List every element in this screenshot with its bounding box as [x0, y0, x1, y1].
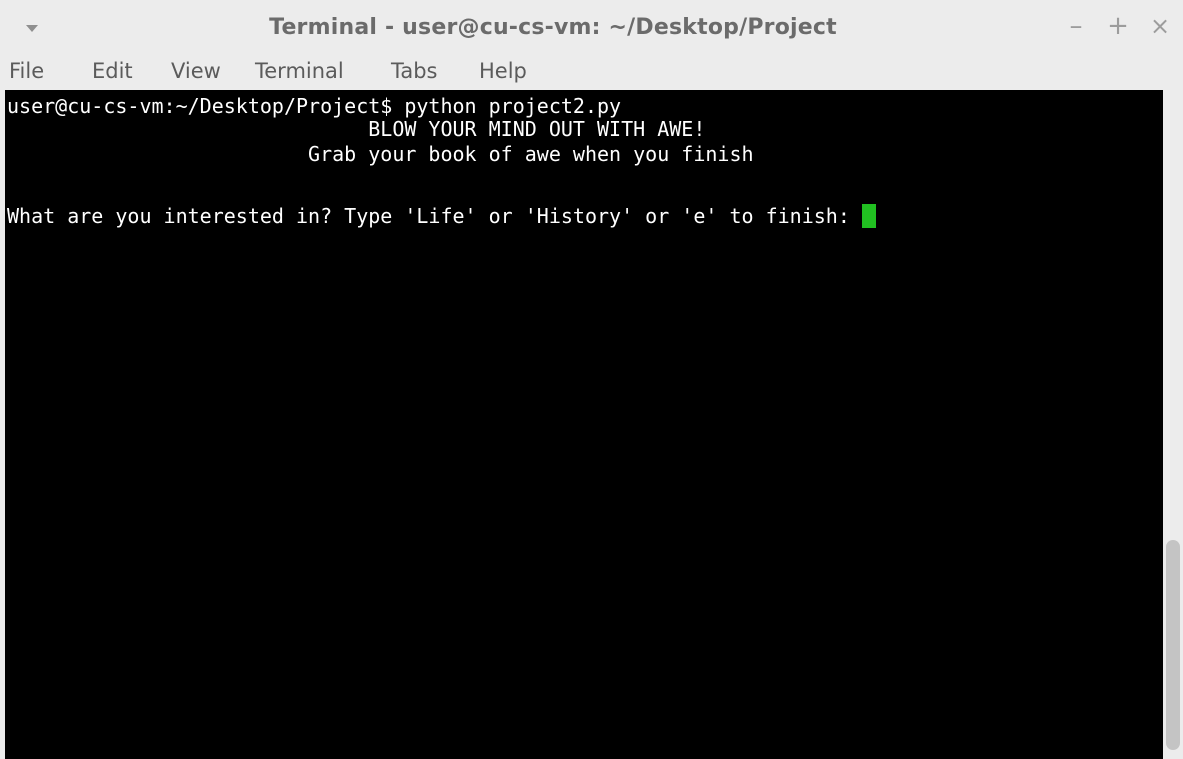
close-button[interactable]: ×	[1146, 12, 1174, 40]
menu-bar: File Edit View Terminal Tabs Help	[0, 54, 1183, 90]
subtitle-line: Grab your book of awe when you finish	[7, 142, 754, 166]
terminal-window: Terminal - user@cu-cs-vm: ~/Desktop/Proj…	[0, 0, 1183, 759]
minimize-button[interactable]: –	[1062, 12, 1090, 40]
menu-terminal[interactable]: Terminal	[255, 57, 344, 85]
terminal-output[interactable]: user@cu-cs-vm:~/Desktop/Project$ python …	[5, 90, 1163, 759]
scrollbar-thumb[interactable]	[1166, 540, 1180, 750]
text-cursor	[861, 204, 876, 228]
window-title: Terminal - user@cu-cs-vm: ~/Desktop/Proj…	[269, 15, 837, 40]
menu-view[interactable]: View	[171, 57, 221, 85]
banner-line: BLOW YOUR MIND OUT WITH AWE!	[7, 117, 706, 141]
input-prompt-line[interactable]: What are you interested in? Type 'Life' …	[7, 204, 876, 228]
menu-edit[interactable]: Edit	[92, 57, 133, 85]
menu-file[interactable]: File	[9, 57, 44, 85]
menu-help[interactable]: Help	[479, 57, 527, 85]
command-line: user@cu-cs-vm:~/Desktop/Project$ python …	[7, 94, 622, 118]
menu-tabs[interactable]: Tabs	[391, 57, 438, 85]
title-bar[interactable]: Terminal - user@cu-cs-vm: ~/Desktop/Proj…	[0, 0, 1183, 54]
maximize-button[interactable]: +	[1104, 12, 1132, 40]
vertical-scrollbar[interactable]	[1163, 90, 1183, 759]
prompt-text: What are you interested in? Type 'Life' …	[7, 204, 850, 228]
